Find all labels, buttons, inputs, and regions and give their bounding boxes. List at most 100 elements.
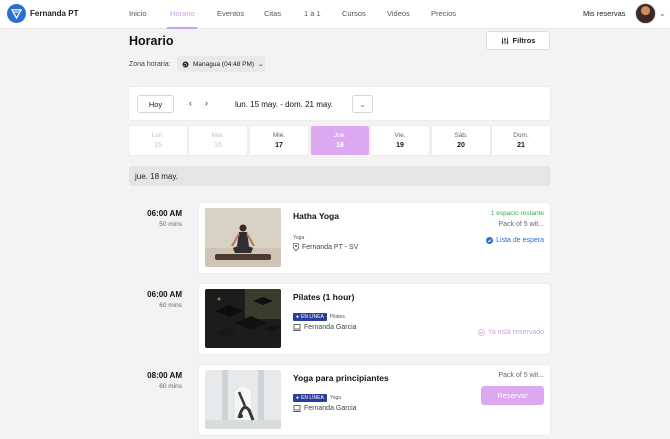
class-title[interactable]: Pilates (1 hour) [293, 292, 354, 302]
week-range: lun. 15 may. - dom. 21 may. [235, 100, 333, 109]
class-tags: ● EN LÍNEA Pilates [293, 313, 345, 321]
pack-text: Pack of 5 wit... [498, 372, 544, 379]
day-tab-vie[interactable]: Vie. 19 [371, 126, 429, 155]
waitlist-label: Lista de espera [496, 237, 544, 244]
class-instructor: Fernanda Garcia [293, 405, 357, 412]
pack-text: Pack of 5 wit... [498, 221, 544, 228]
reserved-label: Ya está reservado [487, 329, 544, 336]
today-button[interactable]: Hoy [137, 95, 174, 113]
online-badge-label: EN LÍNEA [301, 395, 324, 401]
top-navigation-bar: Fernanda PT Inicio Horario Eventos Citas… [0, 0, 670, 29]
nav-1a1[interactable]: 1 a 1 [304, 9, 321, 18]
class-thumbnail [205, 370, 281, 429]
laptop-icon [293, 405, 301, 412]
nav-horario[interactable]: Horario [170, 9, 195, 18]
day-tab-mar[interactable]: Mar. 16 [189, 126, 247, 155]
class-thumbnail [205, 208, 281, 267]
timezone-label: Zona horaria: [129, 61, 171, 68]
day-name: Sáb. [454, 132, 468, 139]
filters-label: Filtros [512, 36, 536, 45]
day-date: 17 [275, 142, 283, 149]
online-badge: ● EN LÍNEA [293, 313, 327, 321]
class-time-block: 06:00 AM 50 mins [130, 209, 182, 228]
user-avatar[interactable] [635, 3, 656, 24]
online-badge-label: EN LÍNEA [301, 314, 324, 320]
day-date: 19 [396, 142, 404, 149]
mis-reservas-link[interactable]: Mis reservas [583, 9, 626, 18]
brand-logo-icon[interactable] [7, 4, 26, 23]
day-tab-mie[interactable]: Mié. 17 [250, 126, 308, 155]
class-time: 06:00 AM [147, 290, 182, 299]
class-card-hatha-yoga[interactable]: Hatha Yoga Yoga Fernanda PT - SV 1 espac… [199, 203, 550, 273]
chevron-left-icon[interactable]: ‹ [189, 98, 192, 108]
class-time-block: 08:00 AM 60 mins [130, 371, 182, 390]
globe-icon: ● [296, 395, 300, 401]
day-name: Vie. [394, 132, 406, 139]
day-tab-jue[interactable]: Jue. 18 [311, 126, 369, 155]
day-tab-sab[interactable]: Sáb. 20 [432, 126, 490, 155]
selected-date-header: jue. 18 may. [129, 166, 550, 186]
class-time: 08:00 AM [147, 371, 182, 380]
check-circle-icon [477, 329, 485, 336]
selected-date: jue. 18 may. [135, 171, 178, 181]
instructor-name: Fernanda Garcia [304, 324, 357, 331]
class-tags: ● EN LÍNEA Yoga [293, 394, 341, 402]
nav-inicio[interactable]: Inicio [129, 9, 147, 18]
class-duration: 60 mins [159, 383, 182, 390]
timezone-value: Managua (04:48 PM) [193, 60, 255, 68]
day-date: 18 [336, 142, 344, 149]
day-name: Mié. [272, 132, 286, 139]
nav-precios[interactable]: Precios [431, 9, 456, 18]
filters-button[interactable]: Filtros [486, 31, 550, 50]
reserved-status: Ya está reservado [477, 329, 544, 336]
brand-name[interactable]: Fernanda PT [30, 9, 78, 18]
class-duration: 50 mins [159, 221, 182, 228]
chevron-down-icon[interactable]: ⌄ [352, 95, 373, 113]
nav-cursos[interactable]: Cursos [342, 9, 366, 18]
class-title[interactable]: Hatha Yoga [293, 211, 339, 221]
class-instructor: Fernanda Garcia [293, 324, 357, 331]
day-date: 20 [457, 142, 465, 149]
day-name: Dom. [513, 132, 529, 139]
nav-videos[interactable]: Videos [387, 9, 410, 18]
class-card-pilates[interactable]: Pilates (1 hour) ● EN LÍNEA Pilates Ferna… [199, 284, 550, 354]
availability-text: 1 espacio restante [490, 210, 544, 217]
nav-citas[interactable]: Citas [264, 9, 281, 18]
day-tab-dom[interactable]: Dom. 21 [492, 126, 550, 155]
globe-icon: ● [296, 314, 300, 320]
class-time: 06:00 AM [147, 209, 182, 218]
waitlist-button[interactable]: Lista de espera [486, 237, 544, 244]
globe-icon [182, 60, 189, 68]
day-name: Mar. [211, 132, 225, 139]
active-nav-indicator [167, 27, 197, 29]
day-date: 21 [517, 142, 525, 149]
day-date: 16 [214, 142, 222, 149]
class-thumbnail [205, 289, 281, 348]
location-pin-icon [293, 243, 299, 251]
day-name: Lun. [151, 132, 165, 139]
week-navigation-card [129, 87, 550, 120]
online-badge: ● EN LÍNEA [293, 394, 327, 402]
instructor-name: Fernanda PT - SV [302, 243, 359, 251]
class-card-yoga-principiantes[interactable]: Yoga para principiantes ● EN LÍNEA Yoga F… [199, 365, 550, 435]
reserve-button[interactable]: Reservar [481, 386, 544, 405]
class-category: Yoga [293, 235, 305, 241]
chevron-down-icon: ⌄ [258, 61, 264, 68]
nav-eventos[interactable]: Eventos [217, 9, 244, 18]
class-duration: 60 mins [159, 302, 182, 309]
day-date: 15 [154, 142, 162, 149]
class-category: Pilates [329, 314, 345, 320]
day-name: Jue. [333, 132, 347, 139]
class-time-block: 06:00 AM 60 mins [130, 290, 182, 309]
chevron-down-icon[interactable]: ⌄ [659, 9, 666, 18]
day-tab-lun[interactable]: Lun. 15 [129, 126, 187, 155]
check-circle-icon [486, 237, 494, 244]
laptop-icon [293, 324, 301, 331]
timezone-select[interactable]: Managua (04:48 PM) ⌄ [177, 56, 265, 72]
chevron-right-icon[interactable]: › [205, 98, 208, 108]
class-instructor: Fernanda PT - SV [293, 243, 358, 251]
sliders-icon [501, 37, 508, 44]
class-category: Yoga [329, 395, 342, 401]
page-title: Horario [129, 34, 174, 48]
class-title[interactable]: Yoga para principiantes [293, 373, 389, 383]
